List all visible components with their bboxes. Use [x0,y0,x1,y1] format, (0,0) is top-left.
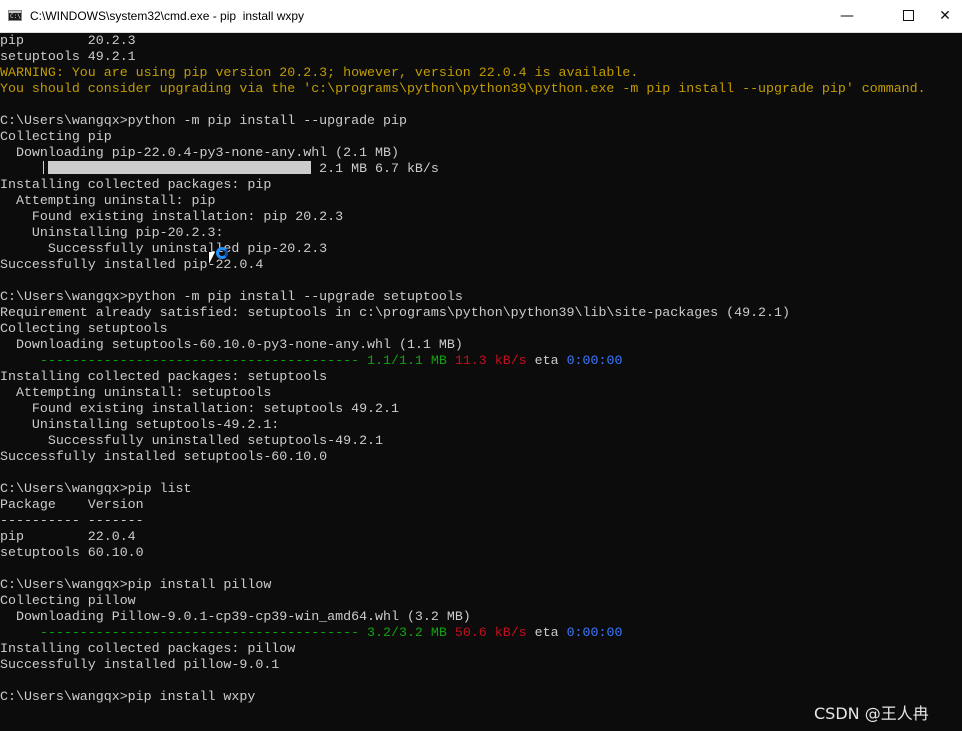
console-line: Installing collected packages: pillow [0,641,295,657]
console-text-segment: ----------------------------------------… [0,353,447,368]
console-line: Successfully uninstalled pip-20.2.3 [0,241,327,257]
console-text-segment: Collecting pillow [0,593,136,608]
console-line: Successfully uninstalled setuptools-49.2… [0,433,383,449]
console-text-segment: Uninstalling setuptools-49.2.1: [0,417,280,432]
console-line: Downloading setuptools-60.10.0-py3-none-… [0,337,463,353]
console-line: pip 20.2.3 [0,33,136,49]
console-text-segment: Package Version [0,497,144,512]
close-button[interactable]: ✕ [922,0,962,32]
console-text-segment: C:\Users\wangqx>pip install wxpy [0,689,256,704]
console-line: Collecting setuptools [0,321,168,337]
console-text-segment: 11.3 kB/s [446,353,527,368]
console-line: Successfully installed pillow-9.0.1 [0,657,279,673]
console-text-segment: Found existing installation: pip 20.2.3 [0,209,344,224]
console-line: Collecting pip [0,129,112,145]
console-text-segment: Downloading setuptools-60.10.0-py3-none-… [0,337,463,352]
console-text-segment: Successfully installed pillow-9.0.1 [0,657,280,672]
loading-spinner-icon [216,247,228,259]
console-text-segment: Collecting pip [0,129,112,144]
console-text-segment: Found existing installation: setuptools … [0,401,399,416]
console-line: Found existing installation: setuptools … [0,401,399,417]
maximize-icon [902,9,914,21]
console-line: Successfully installed pip-22.0.4 [0,257,263,273]
console-text-segment: Uninstalling pip-20.2.3: [0,225,224,240]
console-line: Collecting pillow [0,593,136,609]
cmd-icon[interactable]: C:\ [8,10,22,21]
console-text-segment: Installing collected packages: setuptool… [0,369,328,384]
console-text-segment: Installing collected packages: pip [0,177,272,192]
console-line: pip 22.0.4 [0,529,136,545]
console-text-segment: Collecting setuptools [0,321,168,336]
console-line: 2.1 MB 6.7 kB/s [0,161,439,177]
console-line: Uninstalling pip-20.2.3: [0,225,224,241]
console-text-segment: C:\Users\wangqx>python -m pip install --… [0,113,407,128]
console-text-segment: Installing collected packages: pillow [0,641,296,656]
console-text-segment: C:\Users\wangqx>python -m pip install --… [0,289,463,304]
console-text-segment: eta [526,353,567,368]
console-line: Downloading Pillow-9.0.1-cp39-cp39-win_a… [0,609,471,625]
console-text-segment: setuptools 60.10.0 [0,545,144,560]
console-line: Installing collected packages: pip [0,177,271,193]
console-line: ----------------------------------------… [0,625,623,641]
console-text-segment: setuptools 49.2.1 [0,49,136,64]
console-text-segment: Downloading pip-22.0.4-py3-none-any.whl … [0,145,399,160]
console-text-segment: pip 22.0.4 [0,529,136,544]
console-text-segment: 2.1 MB 6.7 kB/s [0,161,439,176]
console-text-segment: WARNING: You are using pip version 20.2.… [0,65,639,80]
console-text-segment: Attempting uninstall: setuptools [0,385,272,400]
console-text-segment: Downloading Pillow-9.0.1-cp39-cp39-win_a… [0,609,471,624]
console-line: Found existing installation: pip 20.2.3 [0,209,343,225]
console-text-segment: eta [526,625,567,640]
console-line: Downloading pip-22.0.4-py3-none-any.whl … [0,145,399,161]
console-line: setuptools 60.10.0 [0,545,144,561]
console-line: Attempting uninstall: pip [0,193,216,209]
console-line: Attempting uninstall: setuptools [0,385,271,401]
console-text-segment: Successfully uninstalled pip-20.2.3 [0,241,328,256]
csdn-watermark: CSDN @王人冉 [814,704,929,723]
console-text-segment: ---------- ------- [0,513,144,528]
console-line: WARNING: You are using pip version 20.2.… [0,65,638,81]
console-text-segment: Attempting uninstall: pip [0,193,216,208]
console-output[interactable]: pip 20.2.3 setuptools 49.2.1 WARNING: You … [0,32,962,731]
console-text-segment: Successfully installed pip-22.0.4 [0,257,264,272]
console-line: Installing collected packages: setuptool… [0,369,327,385]
window-titlebar[interactable]: C:\ C:\WINDOWS\system32\cmd.exe - pip in… [0,0,962,33]
console-text-segment: pip 20.2.3 [0,33,136,48]
console-line: C:\Users\wangqx>python -m pip install --… [0,289,463,305]
console-text-segment: You should consider upgrading via the 'c… [0,81,926,96]
console-text-segment: Requirement already satisfied: setuptool… [0,305,790,320]
console-text-segment: Successfully installed setuptools-60.10.… [0,449,328,464]
console-text-segment: 50.6 kB/s [446,625,527,640]
window-title: C:\WINDOWS\system32\cmd.exe - pip instal… [30,9,305,23]
console-line: Successfully installed setuptools-60.10.… [0,449,327,465]
console-text-segment: ----------------------------------------… [0,625,447,640]
console-line: Requirement already satisfied: setuptool… [0,305,790,321]
console-text-segment: C:\Users\wangqx>pip install pillow [0,577,272,592]
console-text-segment: C:\Users\wangqx>pip list [0,481,192,496]
console-line: You should consider upgrading via the 'c… [0,81,926,97]
console-text-segment: 0:00:00 [566,625,623,640]
mouse-pointer-icon [208,252,215,266]
console-line: C:\Users\wangqx>pip install pillow [0,577,271,593]
console-line: Package Version [0,497,144,513]
console-line: setuptools 49.2.1 [0,49,136,65]
console-line: C:\Users\wangqx>python -m pip install --… [0,113,407,129]
minimize-button[interactable]: — [824,0,870,32]
console-text-segment: Successfully uninstalled setuptools-49.2… [0,433,384,448]
console-line: ----------------------------------------… [0,353,623,369]
console-line: Uninstalling setuptools-49.2.1: [0,417,279,433]
console-line: ---------- ------- [0,513,144,529]
console-text-segment: 0:00:00 [566,353,623,368]
console-line: C:\Users\wangqx>pip list [0,481,192,497]
console-line: C:\Users\wangqx>pip install wxpy [0,689,255,705]
